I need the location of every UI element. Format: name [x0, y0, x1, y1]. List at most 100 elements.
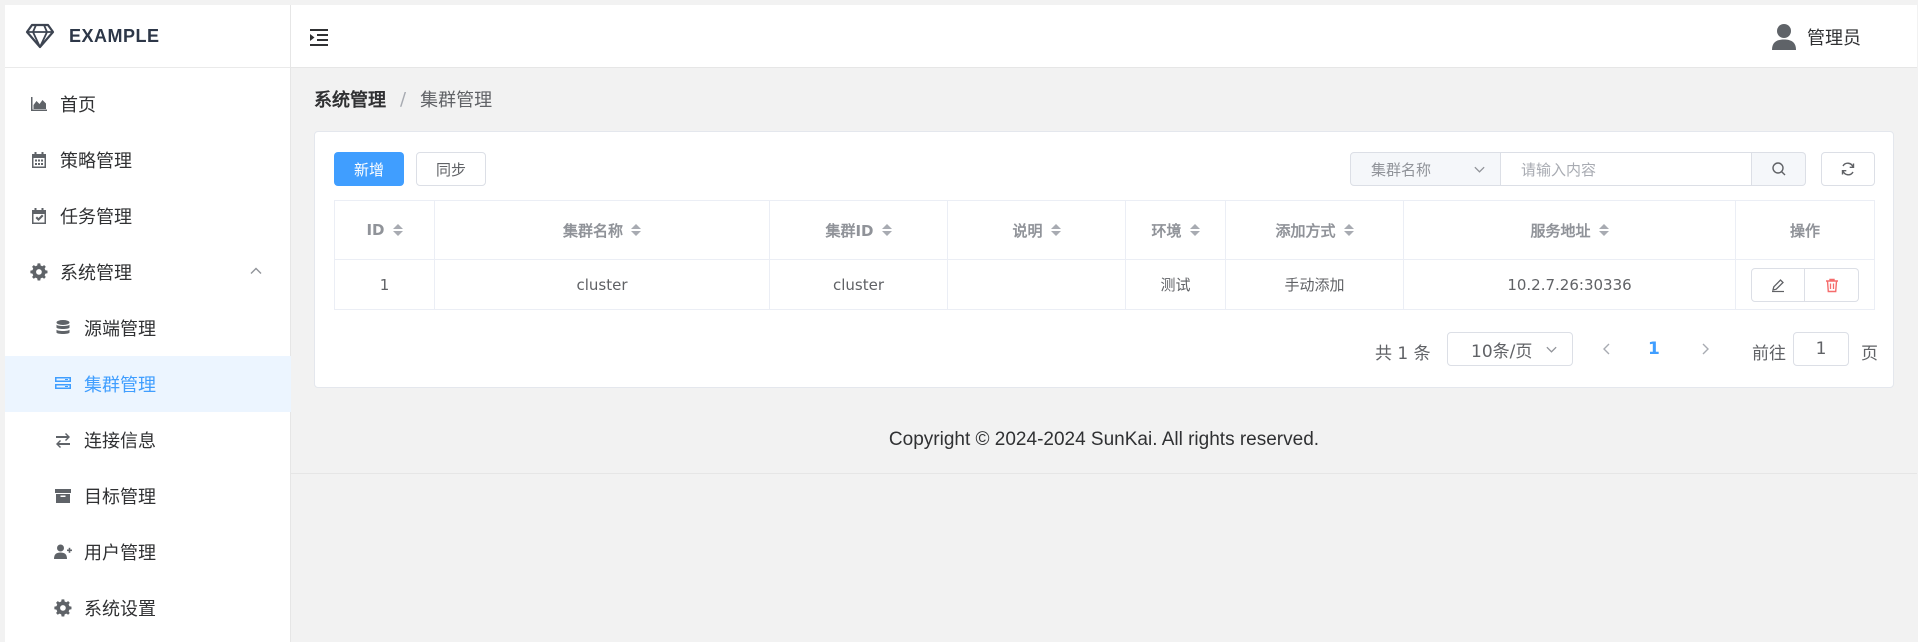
column-header[interactable]: 说明: [948, 201, 1126, 259]
search-field-select[interactable]: 集群名称: [1350, 152, 1501, 186]
total-count: 共 1 条: [1375, 344, 1431, 364]
menu-item-strategy[interactable]: 策略管理: [5, 132, 291, 188]
menu-label: 源端管理: [84, 319, 156, 340]
column-header[interactable]: 添加方式: [1226, 201, 1404, 259]
top-header: 管理员: [291, 5, 1917, 68]
column-header[interactable]: ID: [335, 201, 435, 259]
menu-item-tasks[interactable]: 任务管理: [5, 188, 291, 244]
sort-icon[interactable]: [392, 224, 403, 236]
cell-id: 1: [335, 260, 435, 309]
menu-item-settings[interactable]: 系统设置: [5, 580, 291, 636]
menu-label: 目标管理: [84, 487, 156, 508]
chevron-up-icon: [250, 267, 262, 274]
column-header: 操作: [1736, 201, 1874, 259]
search-icon: [1771, 162, 1785, 176]
area-chart-icon: [29, 94, 49, 114]
menu-label: 策略管理: [60, 151, 132, 172]
menu-label: 任务管理: [60, 207, 132, 228]
chevron-down-icon: [1474, 166, 1485, 173]
next-page-icon[interactable]: [1698, 342, 1712, 356]
column-title: 添加方式: [1275, 221, 1336, 240]
refresh-button[interactable]: [1821, 152, 1875, 186]
menu-item-users[interactable]: 用户管理: [5, 524, 291, 580]
column-title: 集群ID: [825, 221, 874, 240]
prev-page-icon[interactable]: [1600, 342, 1614, 356]
cell-actions: [1736, 260, 1874, 309]
edit-icon: [1772, 278, 1784, 292]
breadcrumb-system[interactable]: 系统管理: [314, 86, 386, 112]
gear-icon: [29, 262, 49, 282]
cell-environment: 测试: [1126, 260, 1226, 309]
search-button[interactable]: [1752, 152, 1806, 186]
exchange-icon: [53, 430, 73, 450]
brand-name: EXAMPLE: [69, 25, 160, 46]
sort-icon[interactable]: [631, 224, 641, 236]
column-title: ID: [366, 221, 385, 239]
page-size-value: 10条/页: [1471, 341, 1533, 362]
diamond-icon: [25, 23, 55, 49]
menu-item-connection[interactable]: 连接信息: [5, 412, 291, 468]
column-header[interactable]: 服务地址: [1404, 201, 1736, 259]
edit-button[interactable]: [1751, 267, 1805, 302]
copyright-text: Copyright © 2024-2024 SunKai. All rights…: [888, 428, 1320, 450]
menu-label: 用户管理: [84, 543, 156, 564]
table-row: 1 cluster cluster 测试 手动添加 10.2.7.26:3033…: [335, 260, 1874, 309]
cell-cluster-id: cluster: [770, 260, 948, 309]
menu-label: 首页: [60, 95, 96, 116]
page-size-select[interactable]: 10条/页: [1447, 332, 1573, 366]
menu-label: 集群管理: [84, 375, 156, 396]
cluster-table: ID 集群名称 集群ID 说明 环境 添加方式 服务地址 操作 1 cluste…: [334, 200, 1875, 310]
sort-icon[interactable]: [1050, 224, 1061, 236]
user-plus-icon: [53, 542, 73, 562]
sort-icon[interactable]: [881, 224, 892, 236]
column-title: 说明: [1012, 221, 1043, 240]
sync-button[interactable]: 同步: [416, 152, 486, 186]
gear-icon: [53, 598, 73, 618]
search-field-label: 集群名称: [1371, 160, 1432, 179]
cluster-card: 新增 同步 集群名称 请输入内容 ID 集群名称 集群ID 说明 环境 添加方式…: [314, 131, 1894, 388]
menu-item-home[interactable]: 首页: [5, 76, 291, 132]
menu-item-target[interactable]: 目标管理: [5, 468, 291, 524]
menu-item-source[interactable]: 源端管理: [5, 300, 291, 356]
refresh-icon: [1841, 162, 1855, 176]
delete-button[interactable]: [1805, 267, 1859, 302]
sidebar: EXAMPLE 首页 策略管理 任务管理 系统管理 源端管理 集群管理 连接信息…: [5, 5, 291, 642]
search-input[interactable]: 请输入内容: [1501, 152, 1752, 186]
calendar-check-icon: [29, 206, 49, 226]
user-menu[interactable]: 管理员: [1771, 23, 1861, 51]
cell-description: [948, 260, 1126, 309]
menu-item-system[interactable]: 系统管理: [5, 244, 291, 300]
goto-page-input[interactable]: 1: [1793, 332, 1849, 366]
breadcrumb-separator: /: [400, 88, 407, 110]
footer: Copyright © 2024-2024 SunKai. All rights…: [291, 406, 1917, 474]
sort-icon[interactable]: [1598, 224, 1609, 236]
current-page[interactable]: 1: [1648, 339, 1660, 359]
archive-icon: [53, 486, 73, 506]
menu-label: 连接信息: [84, 431, 156, 452]
breadcrumb: 系统管理 / 集群管理: [314, 86, 492, 112]
column-header[interactable]: 集群ID: [770, 201, 948, 259]
sort-icon[interactable]: [1343, 224, 1354, 236]
logo[interactable]: EXAMPLE: [5, 5, 290, 68]
menu-label: 系统设置: [84, 599, 156, 620]
column-title: 环境: [1151, 221, 1182, 240]
add-button[interactable]: 新增: [334, 152, 404, 186]
page-suffix: 页: [1861, 344, 1878, 364]
server-icon: [53, 374, 73, 394]
chevron-down-icon: [1546, 346, 1557, 353]
column-title: 操作: [1789, 221, 1820, 240]
fold-menu-icon[interactable]: [310, 28, 332, 46]
goto-label: 前往: [1752, 344, 1786, 364]
table-header-row: ID 集群名称 集群ID 说明 环境 添加方式 服务地址 操作: [335, 201, 1874, 260]
cell-address: 10.2.7.26:30336: [1404, 260, 1736, 309]
search-group: 集群名称 请输入内容: [1350, 152, 1806, 186]
user-name: 管理员: [1807, 28, 1861, 49]
database-icon: [53, 318, 73, 338]
sort-icon[interactable]: [1189, 224, 1200, 236]
trash-icon: [1825, 278, 1838, 292]
column-header[interactable]: 集群名称: [435, 201, 770, 259]
menu-item-cluster[interactable]: 集群管理: [5, 356, 291, 412]
column-header[interactable]: 环境: [1126, 201, 1226, 259]
breadcrumb-cluster: 集群管理: [420, 90, 493, 111]
cell-add-method: 手动添加: [1226, 260, 1404, 309]
